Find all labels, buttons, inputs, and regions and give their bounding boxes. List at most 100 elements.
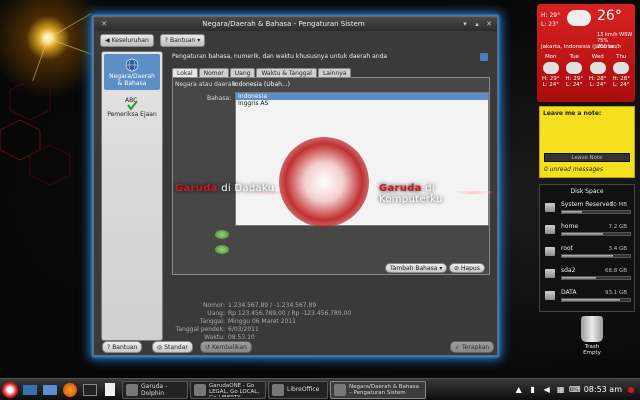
list-item[interactable]: Inggris AS bbox=[236, 100, 488, 107]
default-button[interactable]: ◎ Standar bbox=[152, 341, 193, 353]
drive-size: 68.8 GB bbox=[604, 268, 627, 274]
clipboard-icon[interactable]: ▮ bbox=[528, 385, 538, 395]
forecast-day-label: Thu bbox=[616, 54, 627, 60]
remove-button[interactable]: ⊘ Hapus bbox=[449, 263, 485, 273]
banner-left-text: di Dadaku bbox=[217, 183, 275, 194]
clock[interactable]: 08:53 am bbox=[584, 385, 622, 394]
check-icon: ✓ bbox=[455, 343, 461, 351]
forecast-day: Thu H: 28° L: 24° bbox=[613, 54, 631, 88]
trash-desktop-icon[interactable]: Trash Empty bbox=[574, 316, 610, 356]
reset-button[interactable]: ↺ Kembalikan bbox=[200, 341, 252, 353]
banner-right: Garuda di Komputerku bbox=[379, 183, 497, 205]
list-item[interactable]: Indonesia bbox=[236, 93, 488, 100]
globe-icon bbox=[124, 57, 140, 73]
drive-name: System Reserved bbox=[561, 201, 614, 208]
drive-usage-fill bbox=[562, 299, 620, 301]
task-system-settings[interactable]: Negara/Daerah & Bahasa – Pengaturan Sist… bbox=[330, 380, 426, 399]
drive-icon bbox=[545, 247, 555, 256]
banner-right-brand: Garuda bbox=[379, 183, 422, 194]
forecast-day-label: Mon bbox=[544, 54, 557, 60]
rain-cloud-icon bbox=[566, 62, 583, 74]
drive-name: home bbox=[561, 223, 579, 230]
preview-key: Nomor: bbox=[202, 301, 225, 309]
drive-size: 3.4 GB bbox=[608, 246, 627, 252]
drive-usage-bar bbox=[561, 232, 631, 236]
garuda-menu-icon[interactable] bbox=[0, 380, 20, 400]
preview-row: Tanggal: Minggu 06 Maret 2011 bbox=[172, 317, 372, 325]
move-up-button[interactable] bbox=[215, 230, 229, 239]
undo-icon: ↺ bbox=[205, 343, 211, 351]
mail-icon[interactable] bbox=[20, 380, 40, 400]
language-label: Bahasa: bbox=[207, 95, 232, 102]
note-widget[interactable]: Leave me a note: Leave Note 0 unread mes… bbox=[539, 106, 635, 178]
current-temperature: 26° bbox=[597, 8, 622, 24]
leave-note-button[interactable]: Leave Note bbox=[544, 153, 630, 162]
document-icon[interactable] bbox=[100, 380, 120, 400]
drive-row[interactable]: System Reserved 70 MB bbox=[543, 198, 631, 220]
maximize-icon[interactable]: ▴ bbox=[472, 19, 482, 29]
rain-cloud-icon bbox=[542, 62, 559, 74]
sidebar-item-locale[interactable]: Negara/Daerah & Bahasa bbox=[104, 54, 160, 90]
task-dolphin[interactable]: Garuda - Dolphin bbox=[122, 380, 188, 399]
unread-count: 0 unread messages bbox=[544, 166, 603, 173]
forecast-day: Tue H: 29° L: 24° bbox=[566, 54, 584, 88]
keyboard-icon[interactable]: ⌨ bbox=[569, 385, 581, 395]
drive-usage-bar bbox=[561, 276, 631, 280]
drive-row[interactable]: sda2 68.8 GB bbox=[543, 264, 631, 286]
minimize-icon[interactable]: ▾ bbox=[460, 19, 470, 29]
window-menu-icon[interactable]: ✕ bbox=[99, 19, 109, 29]
volume-icon[interactable]: ◀ bbox=[542, 385, 552, 395]
weather-widget[interactable]: H: 29° L: 23° 26° 13 km/h WSW 75% 201 km… bbox=[537, 4, 635, 102]
overview-button[interactable]: ◀ Keseluruhan bbox=[100, 33, 154, 47]
close-icon[interactable]: ✕ bbox=[484, 19, 494, 29]
task-libreoffice[interactable]: LibreOffice bbox=[268, 380, 328, 399]
chevron-down-icon: ▾ bbox=[197, 36, 201, 44]
help-menu-button[interactable]: ? Bantuan ▾ bbox=[159, 33, 206, 47]
help-icon: ? bbox=[107, 343, 111, 351]
apply-button[interactable]: ✓ Terapkan bbox=[450, 341, 495, 353]
drive-row[interactable]: root 3.4 GB bbox=[543, 242, 631, 264]
help-button[interactable]: ? Bantuan bbox=[102, 341, 143, 353]
sidebar-item-label: Negara/Daerah & Bahasa bbox=[109, 73, 155, 87]
drive-row[interactable]: home 7.2 GB bbox=[543, 220, 631, 242]
preview-key: Tanggal pendek: bbox=[175, 325, 225, 333]
network-icon[interactable]: ▦ bbox=[556, 385, 566, 395]
drive-icon bbox=[545, 225, 555, 234]
system-tray: ▲ ▮ ◀ ▦ ⌨ 08:53 am ● bbox=[514, 385, 640, 395]
preview-key: Tanggal: bbox=[199, 317, 225, 325]
preview-value: 1.234.567,89 / -1.234.567,89 bbox=[228, 301, 317, 309]
arrow-left-icon: ◀ bbox=[105, 36, 110, 44]
drive-usage-bar bbox=[561, 210, 631, 214]
default-icon: ◎ bbox=[157, 343, 163, 351]
preview-value: 08.53.10 bbox=[228, 333, 255, 341]
weather-forecast: Mon H: 29° L: 24° Tue H: 29° L: 24° Wed H: 28… bbox=[539, 54, 633, 88]
window-title: Negara/Daerah & Bahasa - Pengaturan Sist… bbox=[202, 20, 365, 28]
help-label: Bantuan bbox=[169, 36, 196, 44]
task-label: GarudaONE - Go LEGAL, Go LOCAL, Go LIBER… bbox=[209, 382, 260, 397]
window-titlebar[interactable]: ✕ Negara/Daerah & Bahasa - Pengaturan Si… bbox=[94, 17, 497, 31]
hexagon-decoration bbox=[0, 79, 71, 186]
sidebar-item-spellcheck[interactable]: ABC Pemeriksa Ejaan bbox=[102, 92, 162, 121]
drive-usage-fill bbox=[562, 277, 596, 279]
preview-value: 6/03/2011 bbox=[228, 325, 259, 333]
add-language-button[interactable]: Tambah Bahasa ▾ bbox=[385, 263, 448, 273]
drive-row[interactable]: DATA 93.1 GB bbox=[543, 286, 631, 308]
task-browser[interactable]: GarudaONE - Go LEGAL, Go LOCAL, Go LIBER… bbox=[190, 380, 266, 399]
folder-icon[interactable] bbox=[40, 380, 60, 400]
country-value-link[interactable]: Indonesia (Ubah...) bbox=[233, 81, 290, 88]
expand-tray-icon[interactable]: ▲ bbox=[514, 385, 524, 395]
system-settings-window: ✕ Negara/Daerah & Bahasa - Pengaturan Si… bbox=[93, 16, 498, 356]
country-label: Negara atau daerah: bbox=[175, 81, 238, 88]
add-language-label: Tambah Bahasa bbox=[390, 264, 438, 272]
default-button-label: Standar bbox=[164, 343, 188, 351]
task-label: Garuda - Dolphin bbox=[141, 382, 168, 397]
window-toolbar: ◀ Keseluruhan ? Bantuan ▾ bbox=[94, 31, 497, 49]
disk-title: Disk Space bbox=[570, 188, 604, 195]
firefox-icon[interactable] bbox=[60, 380, 80, 400]
move-down-button[interactable] bbox=[215, 245, 229, 254]
remove-label: Hapus bbox=[460, 264, 480, 272]
terminal-icon[interactable] bbox=[80, 380, 100, 400]
preview-key: Uang: bbox=[207, 309, 225, 317]
drive-size: 93.1 GB bbox=[604, 290, 627, 296]
desktop-toolbox-icon[interactable]: ● bbox=[626, 385, 636, 395]
